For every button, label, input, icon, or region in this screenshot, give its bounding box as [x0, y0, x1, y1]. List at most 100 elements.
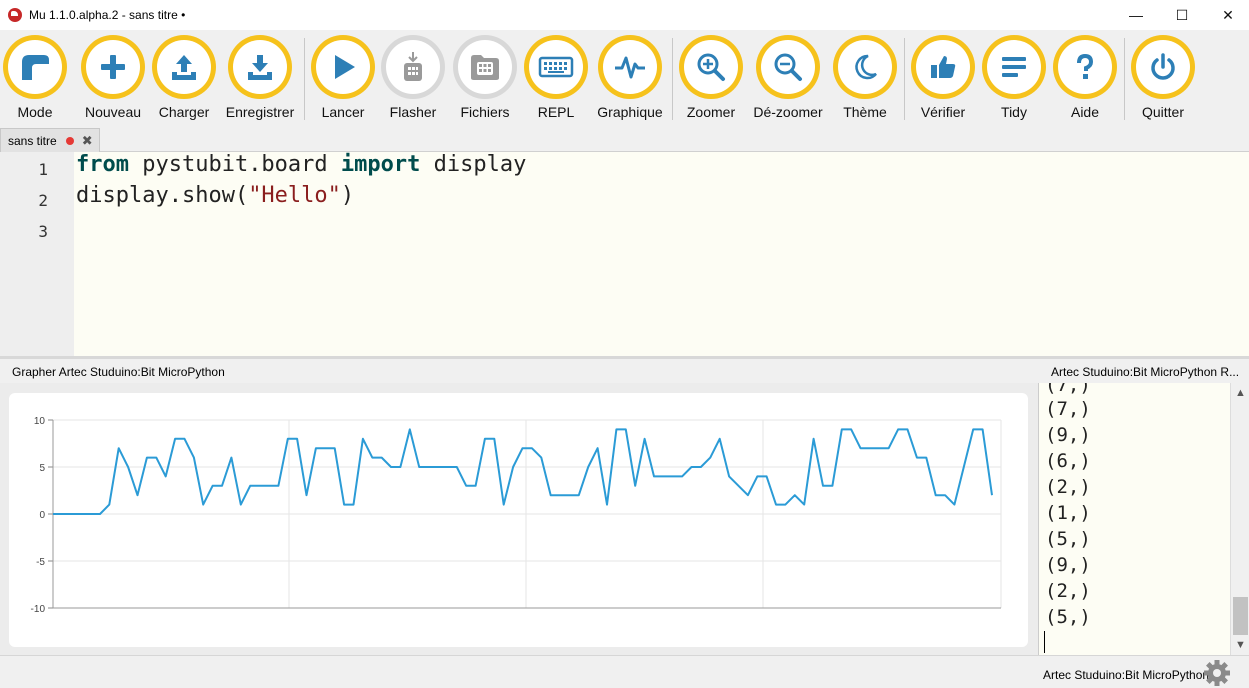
plotter-pane-title: Grapher Artec Studuino:Bit MicroPython — [12, 365, 225, 379]
thumbs-up-icon — [931, 56, 956, 78]
repl-pane[interactable]: (7,) (7,) (9,) (6,) (2,) (1,) (5,) (9,) … — [1038, 383, 1249, 655]
zoom-in-button[interactable]: Zoomer — [673, 35, 749, 125]
repl-output-line: (2,) — [1045, 476, 1091, 498]
theme-button[interactable]: Thème — [827, 35, 903, 125]
status-mode-text: Artec Studuino:Bit MicroPython — [1043, 668, 1210, 682]
save-button[interactable]: Enregistrer — [222, 35, 298, 125]
tab-bar: sans titre ✖ — [0, 126, 1249, 152]
code-line-1[interactable]: from pystubit.board import display — [76, 152, 526, 177]
keyboard-icon — [538, 56, 574, 78]
repl-output-line: (7,) — [1045, 398, 1091, 420]
scroll-up-arrow-icon[interactable]: ▲ — [1231, 383, 1249, 403]
theme-label: Thème — [843, 104, 887, 120]
close-window-button[interactable]: ✕ — [1205, 0, 1249, 30]
line-number: 2 — [38, 191, 48, 210]
repl-output-line: (5,) — [1045, 606, 1091, 628]
zoom-in-icon — [697, 53, 725, 81]
quit-button[interactable]: Quitter — [1125, 35, 1201, 125]
repl-output-line: (7,) — [1045, 383, 1091, 396]
tab-label: sans titre — [8, 133, 57, 148]
minimize-button[interactable]: — — [1113, 0, 1159, 30]
zoom-in-label: Zoomer — [686, 104, 736, 120]
repl-output-line: (5,) — [1045, 528, 1091, 550]
toolbar: Mode Nouveau Charger Enregistrer Lancer … — [0, 30, 1249, 126]
tidy-lines-icon — [1002, 57, 1026, 77]
repl-output-line: (2,) — [1045, 580, 1091, 602]
tidy-label: Tidy — [1001, 104, 1027, 120]
plus-icon — [101, 55, 125, 79]
mu-logo-icon — [8, 8, 22, 22]
code-line-2[interactable]: display.show("Hello") — [76, 183, 354, 208]
y-tick-label: -10 — [31, 604, 46, 615]
pane-splitter[interactable] — [0, 356, 1249, 359]
check-label: Vérifier — [920, 104, 966, 120]
gear-icon[interactable] — [1203, 659, 1231, 687]
tab-sans-titre[interactable]: sans titre ✖ — [0, 128, 100, 152]
files-label: Fichiers — [460, 104, 510, 120]
question-mark-icon — [1077, 53, 1094, 79]
flash-device-icon — [404, 52, 422, 81]
keyword-import: import — [340, 152, 421, 177]
zoom-out-button[interactable]: Dé-zoomer — [750, 35, 826, 125]
pulse-icon — [615, 56, 645, 79]
maximize-button[interactable]: ☐ — [1159, 0, 1205, 30]
string-literal: "Hello" — [248, 183, 341, 208]
repl-output-line: (9,) — [1045, 424, 1091, 446]
line-number: 1 — [38, 160, 48, 179]
run-label: Lancer — [321, 104, 365, 120]
download-icon — [248, 55, 272, 80]
y-tick-label: 5 — [39, 463, 45, 474]
run-button[interactable]: Lancer — [305, 35, 381, 125]
moon-icon — [855, 54, 877, 80]
code-editor[interactable]: 1 2 3 from pystubit.board import display… — [0, 152, 1249, 356]
title-bar: Mu 1.1.0.alpha.2 - sans titre • — ☐ ✕ — [0, 0, 1249, 30]
repl-output-line: (6,) — [1045, 450, 1091, 472]
zoom-out-icon — [774, 53, 802, 81]
line-number: 3 — [38, 222, 48, 241]
line-chart: 10 5 0 -5 -10 — [31, 416, 1002, 615]
plot-card: 10 5 0 -5 -10 — [9, 393, 1028, 647]
plotter-pane: 10 5 0 -5 -10 — [0, 383, 1038, 655]
flash-label: Flasher — [389, 104, 437, 120]
y-tick-label: 0 — [39, 510, 45, 521]
files-button[interactable]: Fichiers — [447, 35, 523, 125]
mode-icon — [22, 55, 49, 80]
closing-paren: ) — [340, 183, 355, 208]
keyword-from: from — [76, 152, 129, 177]
new-button[interactable]: Nouveau — [75, 35, 151, 125]
scrollbar-thumb[interactable] — [1233, 597, 1248, 635]
play-icon — [335, 55, 355, 79]
help-label: Aide — [1070, 104, 1100, 120]
help-button[interactable]: Aide — [1047, 35, 1123, 125]
quit-label: Quitter — [1141, 104, 1184, 120]
power-icon — [1151, 53, 1175, 80]
flash-button[interactable]: Flasher — [375, 35, 451, 125]
y-tick-label: -5 — [36, 557, 45, 568]
repl-scrollbar[interactable]: ▲ ▼ — [1230, 383, 1249, 655]
repl-label: REPL — [537, 104, 575, 120]
save-label: Enregistrer — [225, 104, 295, 120]
window-title: Mu 1.1.0.alpha.2 - sans titre • — [29, 8, 186, 22]
load-button[interactable]: Charger — [146, 35, 222, 125]
imported-name: display — [420, 152, 527, 177]
check-button[interactable]: Vérifier — [905, 35, 981, 125]
close-tab-icon[interactable]: ✖ — [82, 133, 93, 149]
unsaved-indicator-icon — [65, 136, 74, 145]
zoom-out-label: Dé-zoomer — [753, 104, 823, 120]
repl-button[interactable]: REPL — [518, 35, 594, 125]
repl-output-line: (9,) — [1045, 554, 1091, 576]
mode-label: Mode — [17, 104, 53, 120]
line-number-gutter: 1 2 3 — [0, 152, 74, 356]
repl-output-line: (1,) — [1045, 502, 1091, 524]
new-label: Nouveau — [84, 104, 142, 120]
scroll-down-arrow-icon[interactable]: ▼ — [1231, 635, 1249, 655]
function-call: display.show( — [76, 183, 249, 208]
data-series-line — [53, 428, 993, 515]
plotter-button[interactable]: Graphique — [592, 35, 668, 125]
repl-pane-title: Artec Studuino:Bit MicroPython R... — [1051, 365, 1240, 379]
load-label: Charger — [158, 104, 210, 120]
status-bar: Artec Studuino:Bit MicroPython — [0, 655, 1249, 688]
tidy-button[interactable]: Tidy — [976, 35, 1052, 125]
upload-icon — [172, 55, 196, 80]
mode-button[interactable]: Mode — [0, 35, 73, 125]
